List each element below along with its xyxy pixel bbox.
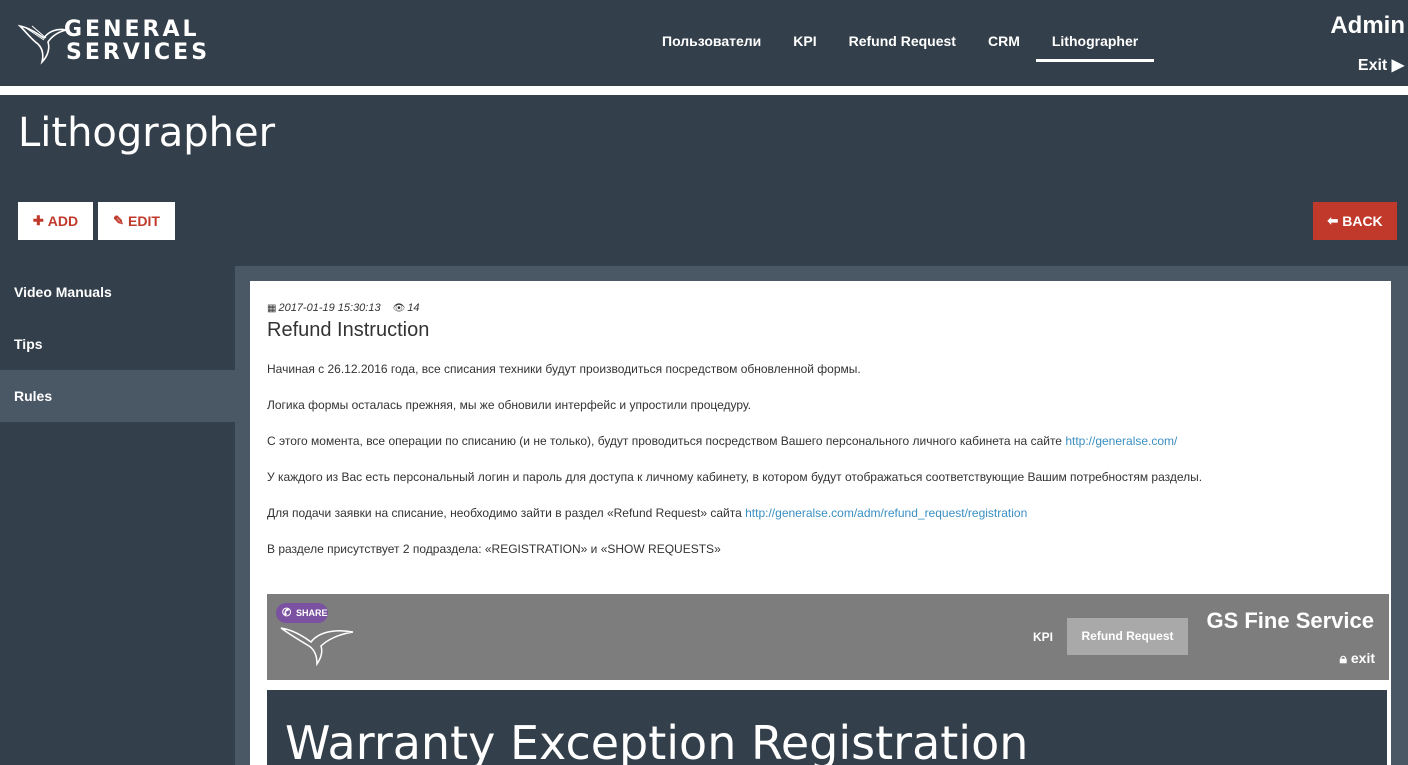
paragraph-1: Начиная с 26.12.2016 года, все списания … <box>267 362 861 376</box>
embedded-screenshot-body: Warranty Exception Registration <box>267 690 1387 765</box>
nav-item-users[interactable]: Пользователи <box>646 0 777 62</box>
nav-item-crm[interactable]: CRM <box>972 0 1036 62</box>
nav-item-lithographer[interactable]: Lithographer <box>1035 0 1155 62</box>
main-nav: Пользователи KPI Refund Request CRM Lith… <box>646 0 1155 86</box>
embedded-kpi-link: KPI <box>1033 630 1054 644</box>
logo-line-1: GENERAL <box>64 17 200 42</box>
paragraph-4: У каждого из Вас есть персональный логин… <box>267 470 1203 484</box>
lock-icon: 🔒︎ <box>1339 650 1347 666</box>
article: ▦ 2017-01-19 15:30:13 👁 14 Refund Instruct… <box>250 281 1391 765</box>
embedded-heading: Warranty Exception Registration <box>285 716 1029 765</box>
user-name: Admin <box>1330 12 1405 39</box>
hummingbird-icon <box>280 627 354 666</box>
arrow-left-icon: ⬅ <box>1327 213 1339 228</box>
registration-link[interactable]: http://generalse.com/adm/refund_request/… <box>745 506 1027 520</box>
sidebar-item-rules[interactable]: Rules <box>0 370 235 422</box>
back-button[interactable]: ⬅ BACK <box>1313 202 1397 240</box>
edit-button-label: EDIT <box>128 213 160 229</box>
embedded-brand: GS Fine Service <box>1206 608 1374 633</box>
embedded-exit: 🔒︎ exit <box>1339 650 1375 666</box>
article-date: 2017-01-19 15:30:13 <box>278 302 381 314</box>
hummingbird-logo-icon <box>18 24 67 65</box>
site-link[interactable]: http://generalse.com/ <box>1065 434 1177 448</box>
page-title: Lithographer <box>18 110 276 156</box>
paragraph-5: Для подачи заявки на списание, необходим… <box>267 506 1028 520</box>
top-navbar: GENERAL SERVICES Пользователи KPI Refund… <box>0 0 1408 86</box>
logo-line-2: SERVICES <box>66 40 211 65</box>
article-meta: ▦ 2017-01-19 15:30:13 👁 14 <box>267 301 1374 315</box>
header-divider <box>0 86 1408 95</box>
plus-icon: ✚ <box>32 213 44 228</box>
back-button-label: BACK <box>1342 213 1383 229</box>
nav-item-kpi[interactable]: KPI <box>777 0 832 62</box>
add-button-label: ADD <box>47 213 79 229</box>
nav-item-refund-request[interactable]: Refund Request <box>833 0 972 62</box>
calendar-icon: ▦ <box>267 303 277 314</box>
pencil-icon: ✎ <box>113 213 124 228</box>
embedded-refund-request-button: Refund Request <box>1067 618 1188 655</box>
exit-link[interactable]: Exit ▶ <box>1358 55 1404 75</box>
content-panel: ▦ 2017-01-19 15:30:13 👁 14 Refund Instruct… <box>235 266 1408 765</box>
eye-icon: 👁 <box>392 303 406 314</box>
paragraph-6: В разделе присутствует 2 подраздела: «RE… <box>267 542 721 556</box>
article-views: 14 <box>407 302 420 314</box>
article-title: Refund Instruction <box>267 319 430 341</box>
logo[interactable]: GENERAL SERVICES <box>18 14 228 70</box>
edit-button[interactable]: ✎ EDIT <box>98 202 175 240</box>
sidebar: Video Manuals Tips Rules <box>0 266 235 765</box>
paragraph-2: Логика формы осталась прежняя, мы же обн… <box>267 398 752 412</box>
sidebar-item-tips[interactable]: Tips <box>0 318 235 370</box>
add-button[interactable]: ✚ ADD <box>18 202 93 240</box>
paragraph-3: С этого момента, все операции по списани… <box>267 434 1178 448</box>
sidebar-item-video-manuals[interactable]: Video Manuals <box>0 266 235 318</box>
embedded-screenshot-header: SHARE KPI Refund Request GS Fine Service… <box>267 594 1389 680</box>
